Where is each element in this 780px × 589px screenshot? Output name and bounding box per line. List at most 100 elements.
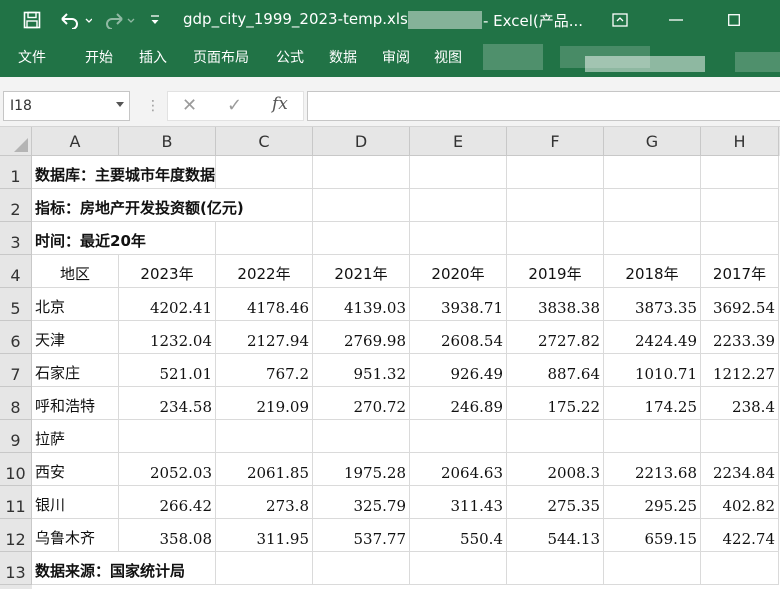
- row-header-13[interactable]: 13: [0, 552, 32, 585]
- ribbon-display-options-icon[interactable]: [600, 6, 640, 34]
- cell-g10[interactable]: 2213.68: [604, 453, 701, 486]
- cell-h13[interactable]: [701, 552, 779, 585]
- redo-icon[interactable]: [100, 7, 138, 33]
- cell-d8[interactable]: 270.72: [313, 387, 410, 420]
- cell-g13[interactable]: [604, 552, 701, 585]
- row-header-12[interactable]: 12: [0, 519, 32, 552]
- cell-c12[interactable]: 311.95: [216, 519, 313, 552]
- cell-g2[interactable]: [604, 189, 701, 222]
- cell-g7[interactable]: 1010.71: [604, 354, 701, 387]
- cell-g12[interactable]: 659.15: [604, 519, 701, 552]
- row-header-6[interactable]: 6: [0, 321, 32, 354]
- drag-handle-icon[interactable]: ⋮: [146, 98, 160, 114]
- cell-h12[interactable]: 422.74: [701, 519, 779, 552]
- cell-e9[interactable]: [410, 420, 507, 453]
- cell-c13[interactable]: [216, 552, 313, 585]
- cell-e7[interactable]: 926.49: [410, 354, 507, 387]
- cell-a9[interactable]: 拉萨: [32, 420, 119, 453]
- column-header-d[interactable]: D: [313, 127, 410, 156]
- cell-g6[interactable]: 2424.49: [604, 321, 701, 354]
- row-header-4[interactable]: 4: [0, 255, 32, 288]
- cell-h9[interactable]: [701, 420, 779, 453]
- cell-f2[interactable]: [507, 189, 604, 222]
- cell-b2[interactable]: [119, 189, 216, 222]
- row-header-3[interactable]: 3: [0, 222, 32, 255]
- cell-g11[interactable]: 295.25: [604, 486, 701, 519]
- cell-h4[interactable]: 2017年: [701, 255, 779, 288]
- column-header-a[interactable]: A: [32, 127, 119, 156]
- cell-b8[interactable]: 234.58: [119, 387, 216, 420]
- save-icon[interactable]: [20, 7, 44, 33]
- maximize-icon[interactable]: [714, 6, 754, 34]
- cell-f10[interactable]: 2008.3: [507, 453, 604, 486]
- cell-f5[interactable]: 3838.38: [507, 288, 604, 321]
- cell-d10[interactable]: 1975.28: [313, 453, 410, 486]
- cell-d3[interactable]: [313, 222, 410, 255]
- cell-h8[interactable]: 238.4: [701, 387, 779, 420]
- cell-d4[interactable]: 2021年: [313, 255, 410, 288]
- cell-h3[interactable]: [701, 222, 779, 255]
- cell-c11[interactable]: 273.8: [216, 486, 313, 519]
- cell-h6[interactable]: 2233.39: [701, 321, 779, 354]
- column-header-g[interactable]: G: [604, 127, 701, 156]
- undo-icon[interactable]: [56, 7, 94, 33]
- row-header-7[interactable]: 7: [0, 354, 32, 387]
- cell-c9[interactable]: [216, 420, 313, 453]
- cell-d2[interactable]: [313, 189, 410, 222]
- column-header-f[interactable]: F: [507, 127, 604, 156]
- cell-a13[interactable]: 数据来源：国家统计局: [32, 552, 185, 585]
- cell-h11[interactable]: 402.82: [701, 486, 779, 519]
- cell-b6[interactable]: 1232.04: [119, 321, 216, 354]
- cell-g9[interactable]: [604, 420, 701, 453]
- minimize-icon[interactable]: [656, 6, 696, 34]
- cell-a8[interactable]: 呼和浩特: [32, 387, 119, 420]
- tab-home[interactable]: 开始: [85, 47, 113, 67]
- cell-f6[interactable]: 2727.82: [507, 321, 604, 354]
- cell-a12[interactable]: 乌鲁木齐: [32, 519, 119, 552]
- cell-d6[interactable]: 2769.98: [313, 321, 410, 354]
- cell-a7[interactable]: 石家庄: [32, 354, 119, 387]
- name-box[interactable]: I18: [3, 91, 130, 121]
- cell-c8[interactable]: 219.09: [216, 387, 313, 420]
- column-header-b[interactable]: B: [119, 127, 216, 156]
- cell-e8[interactable]: 246.89: [410, 387, 507, 420]
- cell-f12[interactable]: 544.13: [507, 519, 604, 552]
- cell-c10[interactable]: 2061.85: [216, 453, 313, 486]
- cell-e1[interactable]: [410, 156, 507, 189]
- cell-c4[interactable]: 2022年: [216, 255, 313, 288]
- select-all-button[interactable]: [0, 127, 32, 156]
- cell-h1[interactable]: [701, 156, 779, 189]
- cell-h7[interactable]: 1212.27: [701, 354, 779, 387]
- cell-e6[interactable]: 2608.54: [410, 321, 507, 354]
- tab-data[interactable]: 数据: [329, 47, 357, 67]
- cell-g5[interactable]: 3873.35: [604, 288, 701, 321]
- row-header-8[interactable]: 8: [0, 387, 32, 420]
- cell-e3[interactable]: [410, 222, 507, 255]
- cell-b9[interactable]: [119, 420, 216, 453]
- row-header-2[interactable]: 2: [0, 189, 32, 222]
- cell-a3[interactable]: 时间：最近20年: [32, 222, 146, 255]
- cell-b10[interactable]: 2052.03: [119, 453, 216, 486]
- tab-file[interactable]: 文件: [18, 47, 46, 67]
- cell-c7[interactable]: 767.2: [216, 354, 313, 387]
- tab-page-layout[interactable]: 页面布局: [193, 47, 249, 67]
- cell-d5[interactable]: 4139.03: [313, 288, 410, 321]
- cell-g3[interactable]: [604, 222, 701, 255]
- cell-b4[interactable]: 2023年: [119, 255, 216, 288]
- cell-b5[interactable]: 4202.41: [119, 288, 216, 321]
- cell-f3[interactable]: [507, 222, 604, 255]
- tab-insert[interactable]: 插入: [139, 47, 167, 67]
- cell-f9[interactable]: [507, 420, 604, 453]
- cell-d12[interactable]: 537.77: [313, 519, 410, 552]
- insert-function-icon[interactable]: fx: [272, 94, 288, 114]
- cell-h2[interactable]: [701, 189, 779, 222]
- cell-h10[interactable]: 2234.84: [701, 453, 779, 486]
- cell-e12[interactable]: 550.4: [410, 519, 507, 552]
- row-header-10[interactable]: 10: [0, 453, 32, 486]
- cell-b3[interactable]: [119, 222, 216, 255]
- row-header-1[interactable]: 1: [0, 156, 32, 189]
- cell-c3[interactable]: [216, 222, 313, 255]
- cell-a6[interactable]: 天津: [32, 321, 119, 354]
- cell-f4[interactable]: 2019年: [507, 255, 604, 288]
- cell-b12[interactable]: 358.08: [119, 519, 216, 552]
